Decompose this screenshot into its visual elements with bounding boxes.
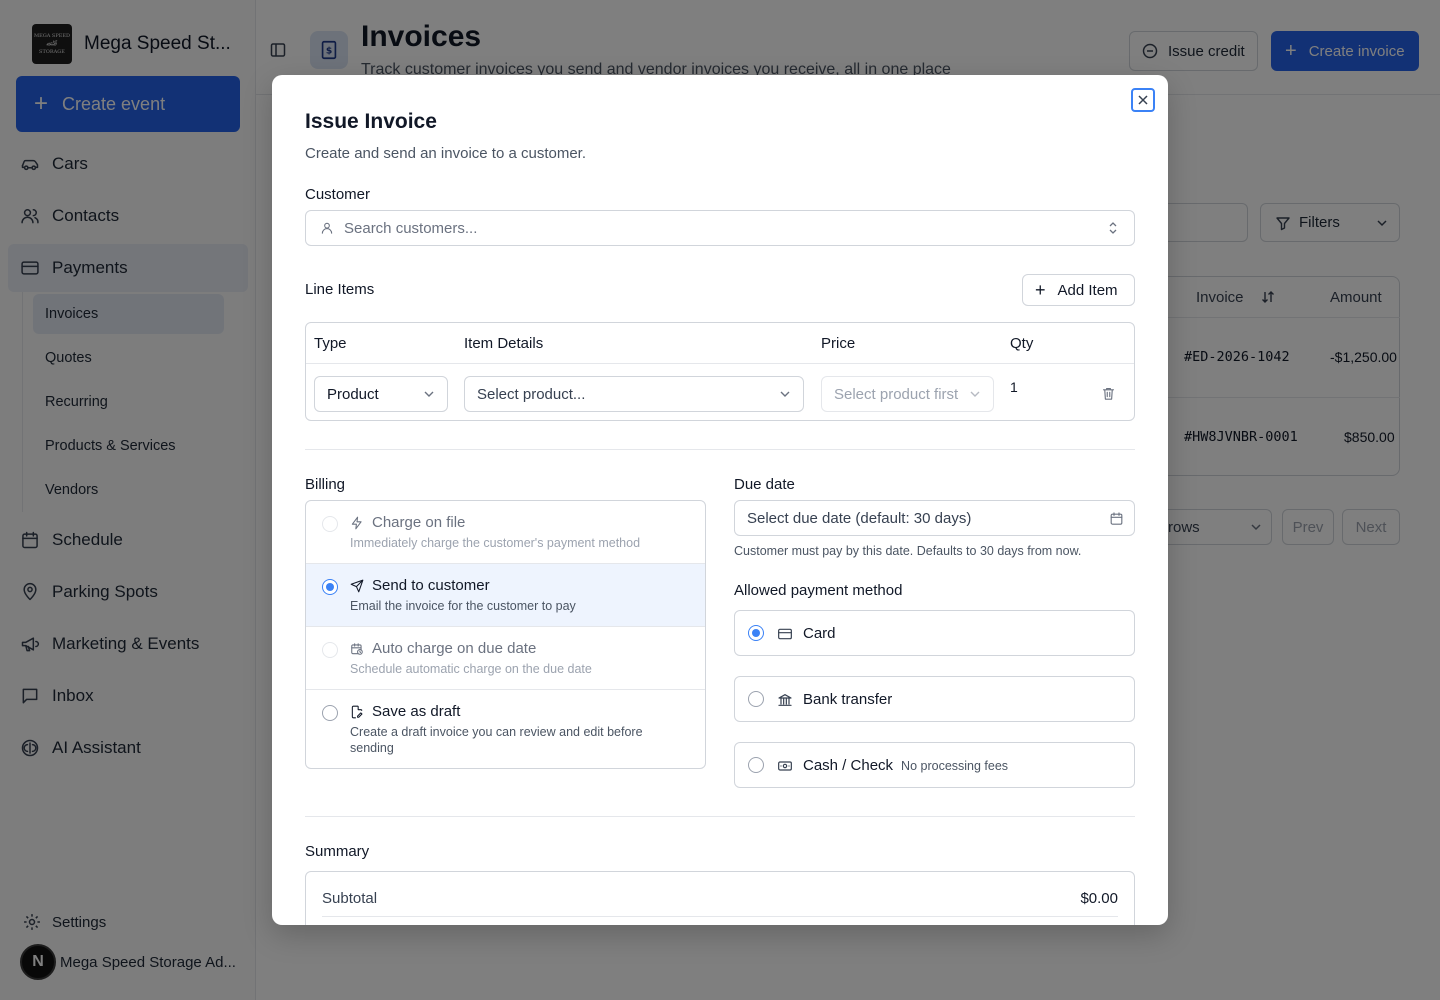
line-items-label: Line Items	[305, 281, 375, 298]
payment-label-text: Bank transfer	[803, 691, 893, 708]
billing-option-charge-on-file[interactable]: Charge on file Immediately charge the cu…	[306, 501, 705, 564]
dialog-description: Create and send an invoice to a customer…	[305, 145, 587, 162]
calendar-icon[interactable]	[1109, 511, 1124, 526]
billing-option-auto-charge[interactable]: Auto charge on due date Schedule automat…	[306, 627, 705, 690]
user-icon	[321, 222, 333, 234]
due-date-help: Customer must pay by this date. Defaults…	[734, 544, 1082, 558]
column-qty: Qty	[1010, 335, 1034, 352]
due-date-label: Due date	[734, 476, 795, 493]
banknote-icon	[778, 760, 792, 771]
zap-icon	[351, 516, 362, 529]
payment-label-text: Card	[803, 625, 836, 642]
price-select[interactable]: Select product first	[821, 376, 994, 412]
qty-input[interactable]: 1	[1010, 379, 1018, 395]
subtotal-label: Subtotal	[322, 890, 378, 907]
item-type-value: Product	[327, 385, 379, 403]
billing-radio[interactable]	[322, 642, 338, 658]
billing-option-send-to-customer[interactable]: Send to customer Email the invoice for t…	[306, 564, 705, 627]
billing-option-save-as-draft[interactable]: Save as draft Create a draft invoice you…	[306, 690, 705, 768]
product-placeholder: Select product...	[477, 385, 586, 403]
payment-option-cash-check[interactable]: Cash / Check No processing fees	[734, 742, 1135, 788]
billing-option-title: Auto charge on due date	[350, 640, 536, 657]
payment-option-bank-transfer[interactable]: Bank transfer	[734, 676, 1135, 722]
dialog-title: Issue Invoice	[305, 110, 437, 133]
column-type: Type	[314, 335, 347, 352]
chevron-down-icon	[780, 391, 790, 397]
item-type-select[interactable]: Product	[314, 376, 448, 412]
payment-method-label: Allowed payment method	[734, 582, 903, 599]
summary-divider	[322, 916, 1118, 917]
billing-option-title: Send to customer	[350, 577, 490, 594]
plus-icon: +	[1035, 280, 1046, 300]
column-price: Price	[821, 335, 856, 352]
billing-title-text: Save as draft	[372, 703, 461, 720]
summary-label: Summary	[305, 843, 370, 860]
billing-option-desc: Schedule automatic charge on the due dat…	[350, 662, 592, 676]
divider	[305, 449, 1135, 450]
billing-option-desc: Email the invoice for the customer to pa…	[350, 599, 576, 613]
billing-title-text: Charge on file	[372, 514, 466, 531]
chevron-up-down-icon	[1109, 222, 1117, 234]
billing-radio[interactable]	[322, 705, 338, 721]
trash-icon[interactable]	[1101, 386, 1116, 401]
bank-icon	[778, 693, 792, 706]
close-icon	[1138, 95, 1148, 105]
payment-radio[interactable]	[748, 691, 764, 707]
payment-option-label: Card	[777, 625, 836, 642]
summary-box: Subtotal $0.00	[305, 871, 1135, 925]
customer-label: Customer	[305, 186, 371, 203]
payment-radio[interactable]	[748, 757, 764, 773]
line-items-header: Type Item Details Price Qty	[306, 323, 1134, 364]
calendar-clock-icon	[351, 642, 363, 655]
billing-option-title: Charge on file	[350, 514, 465, 531]
customer-search-input[interactable]: Search customers...	[305, 210, 1135, 246]
billing-radio[interactable]	[322, 579, 338, 595]
close-button[interactable]	[1131, 88, 1155, 112]
billing-radio[interactable]	[322, 516, 338, 532]
payment-option-label: Bank transfer	[777, 691, 892, 708]
payment-option-card[interactable]: Card	[734, 610, 1135, 656]
billing-title-text: Send to customer	[372, 577, 490, 594]
billing-title-text: Auto charge on due date	[372, 640, 537, 657]
customer-placeholder: Search customers...	[344, 219, 478, 237]
line-items-table: Type Item Details Price Qty Product Sele…	[305, 322, 1135, 421]
payment-radio[interactable]	[748, 625, 764, 641]
column-item-details: Item Details	[464, 335, 544, 352]
send-icon	[350, 579, 364, 592]
billing-option-desc: Immediately charge the customer's paymen…	[350, 536, 641, 550]
subtotal-value: $0.00	[1080, 890, 1118, 907]
billing-option-title: Save as draft	[350, 703, 460, 720]
billing-options: Charge on file Immediately charge the cu…	[305, 500, 706, 769]
add-item-label: Add Item	[1057, 281, 1118, 299]
due-date-input[interactable]: Select due date (default: 30 days)	[734, 500, 1135, 536]
product-select[interactable]: Select product...	[464, 376, 804, 412]
chevron-down-icon	[970, 391, 980, 397]
divider	[305, 816, 1135, 817]
chevron-down-icon	[424, 391, 434, 397]
credit-card-icon	[778, 628, 792, 639]
billing-label: Billing	[305, 476, 346, 493]
file-pen-icon	[351, 705, 363, 718]
payment-note: No processing fees	[901, 758, 1009, 773]
add-item-button[interactable]: + Add Item	[1022, 274, 1135, 306]
billing-option-desc: Create a draft invoice you can review an…	[350, 725, 643, 755]
payment-option-label: Cash / Check No processing fees	[777, 757, 1008, 774]
due-date-placeholder: Select due date (default: 30 days)	[747, 509, 972, 527]
payment-label-text: Cash / Check	[803, 757, 894, 774]
issue-invoice-dialog: Issue Invoice Create and send an invoice…	[272, 75, 1168, 925]
price-placeholder: Select product first	[834, 385, 959, 403]
